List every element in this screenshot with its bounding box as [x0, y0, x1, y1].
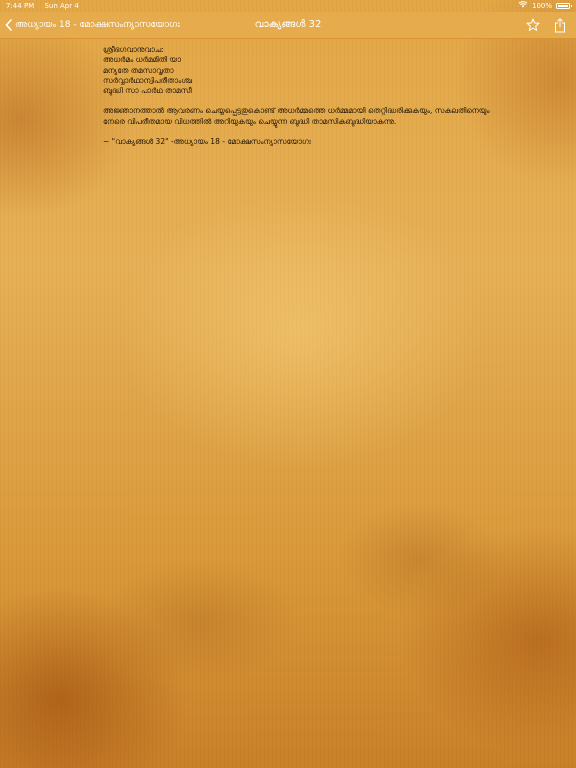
verse-line: ബുദ്ധി സാ പാർഥ താമസീ — [103, 86, 192, 96]
navigation-bar: അധ്യായം 18 - മോക്ഷസംന്യാസയോഗഃ വാക്യങ്ങൾ … — [0, 12, 576, 39]
status-time: 7:44 PM — [6, 2, 35, 10]
verse-line: അധർമം ധർമമിതി യാ — [103, 55, 181, 65]
verse-content: ശ്രീഭഗവാനുവാച: അധർമം ധർമമിതി യാ മന്യതേ തമസ… — [103, 45, 503, 147]
verse-detail-screen: 7:44 PM Sun Apr 4 100% അധ്യായം 18 - മോക്… — [0, 0, 576, 768]
share-icon[interactable] — [554, 17, 566, 33]
back-button-label: അധ്യായം 18 - മോക്ഷസംന്യാസയോഗഃ — [15, 20, 180, 30]
chevron-left-icon — [5, 19, 12, 31]
verse-line: മന്യതേ തമസാവൃതാ — [103, 65, 174, 75]
battery-percent: 100% — [531, 2, 552, 10]
battery-icon — [556, 3, 572, 9]
nav-actions — [526, 12, 566, 38]
back-button[interactable]: അധ്യായം 18 - മോക്ഷസംന്യാസയോഗഃ — [5, 12, 180, 38]
verse-line: ശ്രീഭഗവാനുവാച: — [103, 45, 164, 54]
battery-fill — [558, 5, 568, 7]
status-bar: 7:44 PM Sun Apr 4 100% — [0, 0, 576, 12]
status-left: 7:44 PM Sun Apr 4 — [6, 0, 87, 12]
star-icon[interactable] — [526, 18, 540, 32]
status-date: Sun Apr 4 — [44, 2, 79, 10]
verse-translation: അജ്ഞാനത്താൽ ആവരണം ചെയ്യപ്പെട്ടതുകൊണ്ട് അ… — [103, 106, 490, 126]
verse-reference: ~ "വാക്യങ്ങൾ 32" -അധ്യായം 18 - മോക്ഷസംന്… — [103, 137, 311, 147]
status-right: 100% — [518, 0, 572, 12]
verse-line: സർവ്വാർഥാന്വിപരീതാംശ്ച — [103, 75, 193, 85]
wifi-icon — [518, 0, 528, 12]
sanskrit-verse: ശ്രീഭഗവാനുവാച: അധർമം ധർമമിതി യാ മന്യതേ തമസ… — [103, 45, 503, 96]
